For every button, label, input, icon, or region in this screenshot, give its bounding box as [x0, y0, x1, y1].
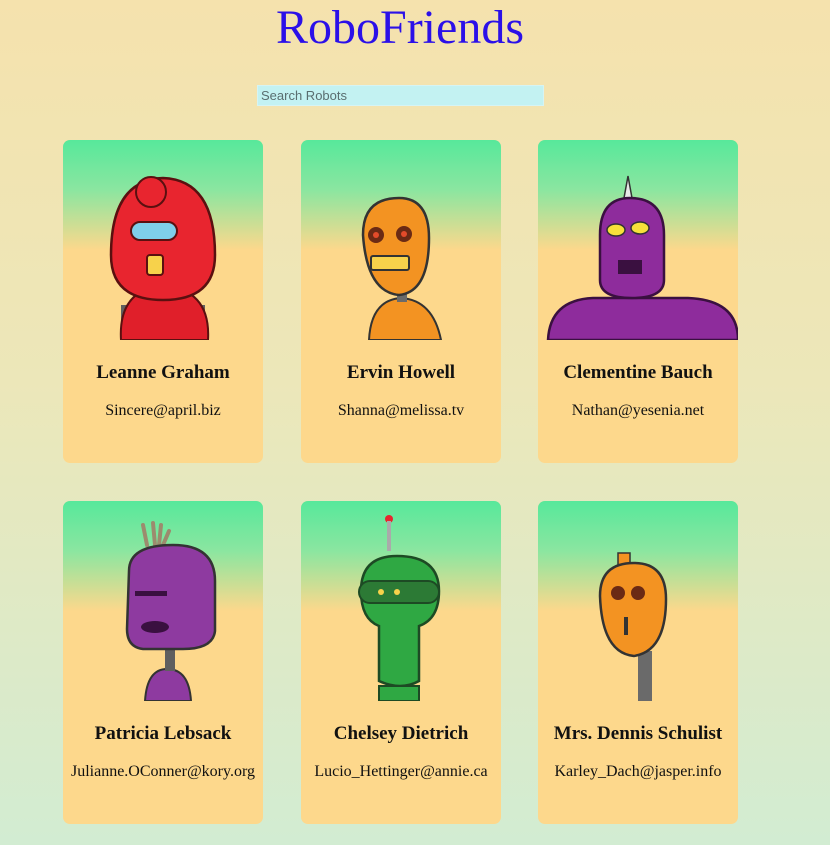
- robot-email: Nathan@yesenia.net: [571, 402, 705, 419]
- robot-card[interactable]: Patricia Lebsack Julianne.OConner@kory.o…: [63, 501, 263, 824]
- robot-name: Leanne Graham: [96, 362, 230, 383]
- robot-name: Patricia Lebsack: [94, 723, 232, 744]
- robot-email: Shanna@melissa.tv: [337, 402, 465, 419]
- robot-name: Clementine Bauch: [563, 362, 713, 383]
- robot-email: Lucio_Hettinger@annie.ca: [314, 763, 488, 780]
- robot-card[interactable]: Clementine Bauch Nathan@yesenia.net: [538, 140, 738, 463]
- page-title: RoboFriends: [275, 1, 524, 54]
- robot-avatar: [538, 501, 738, 701]
- robot-avatar: [538, 140, 738, 340]
- robot-email: Sincere@april.biz: [105, 402, 221, 419]
- robot-card[interactable]: Mrs. Dennis Schulist Karley_Dach@jasper.…: [538, 501, 738, 824]
- robot-avatar: [63, 501, 263, 701]
- robot-card[interactable]: Leanne Graham Sincere@april.biz: [63, 140, 263, 463]
- robot-name: Mrs. Dennis Schulist: [553, 723, 723, 744]
- robot-card[interactable]: Ervin Howell Shanna@melissa.tv: [301, 140, 501, 463]
- robot-avatar: [63, 140, 263, 340]
- robot-avatar: [301, 501, 501, 701]
- robot-name: Chelsey Dietrich: [333, 723, 469, 744]
- robot-name: Ervin Howell: [346, 362, 456, 383]
- robot-card[interactable]: Chelsey Dietrich Lucio_Hettinger@annie.c…: [301, 501, 501, 824]
- search-input[interactable]: [257, 85, 544, 106]
- robot-avatar: [301, 140, 501, 340]
- robot-email: Karley_Dach@jasper.info: [554, 763, 722, 780]
- robot-email: Julianne.OConner@kory.org: [70, 763, 256, 780]
